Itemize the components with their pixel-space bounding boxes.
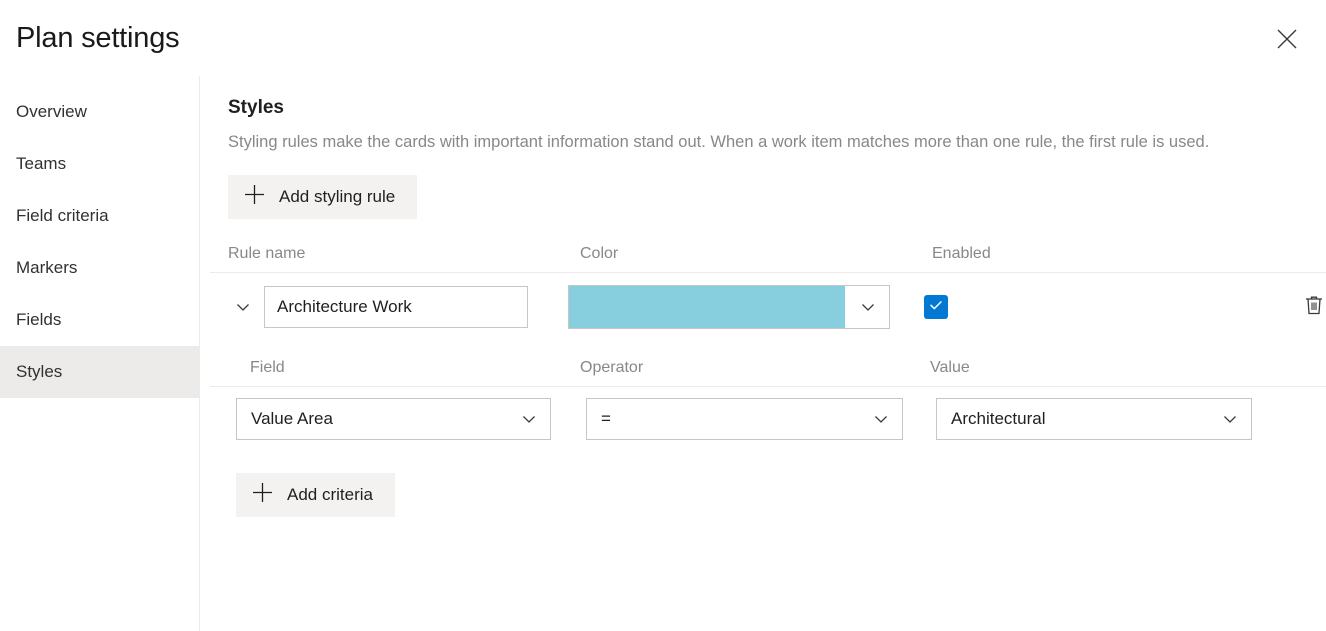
close-button[interactable] (1266, 18, 1308, 60)
sidebar-item-label: Fields (16, 310, 61, 330)
section-description: Styling rules make the cards with import… (228, 129, 1306, 156)
sidebar-item-fields[interactable]: Fields (0, 294, 199, 346)
trash-icon (1302, 293, 1326, 322)
chevron-down-icon (1219, 410, 1241, 428)
chevron-down-icon (518, 410, 540, 428)
settings-sidebar: Overview Teams Field criteria Markers Fi… (0, 76, 200, 631)
sidebar-item-label: Field criteria (16, 206, 109, 226)
sidebar-item-styles[interactable]: Styles (0, 346, 199, 398)
styling-rule-row (200, 273, 1326, 341)
panel-header: Plan settings (0, 0, 1326, 76)
criteria-row: Value Area = Architectural (200, 387, 1326, 451)
add-criteria-label: Add criteria (287, 485, 373, 505)
styles-panel: Styles Styling rules make the cards with… (200, 76, 1326, 631)
add-styling-rule-button[interactable]: Add styling rule (228, 175, 417, 219)
sidebar-item-field-criteria[interactable]: Field criteria (0, 190, 199, 242)
add-styling-rule-label: Add styling rule (279, 187, 395, 207)
page-title: Plan settings (16, 24, 179, 53)
sidebar-item-teams[interactable]: Teams (0, 138, 199, 190)
section-title: Styles (228, 96, 1326, 121)
delete-rule-button[interactable] (1296, 289, 1326, 325)
column-header-value: Value (930, 359, 1130, 377)
column-header-operator: Operator (580, 359, 930, 377)
sidebar-item-markers[interactable]: Markers (0, 242, 199, 294)
chevron-down-icon[interactable] (845, 286, 889, 328)
criteria-operator-value: = (601, 409, 870, 429)
rule-name-input[interactable] (264, 286, 528, 328)
column-header-enabled: Enabled (932, 245, 1132, 263)
color-swatch (569, 286, 845, 328)
chevron-down-icon (870, 410, 892, 428)
rule-column-headers: Rule name Color Enabled (210, 245, 1326, 273)
plus-icon (244, 184, 265, 210)
sidebar-item-overview[interactable]: Overview (0, 86, 199, 138)
column-header-field: Field (228, 359, 580, 377)
criteria-column-headers: Field Operator Value (210, 359, 1326, 387)
add-criteria-button[interactable]: Add criteria (236, 473, 395, 517)
criteria-value-value: Architectural (951, 409, 1219, 429)
sidebar-item-label: Overview (16, 102, 87, 122)
column-header-rule-name: Rule name (228, 245, 580, 263)
criteria-operator-dropdown[interactable]: = (586, 398, 903, 440)
sidebar-item-label: Teams (16, 154, 66, 174)
plus-icon (252, 482, 273, 508)
criteria-value-dropdown[interactable]: Architectural (936, 398, 1252, 440)
sidebar-item-label: Styles (16, 362, 62, 382)
criteria-field-dropdown[interactable]: Value Area (236, 398, 551, 440)
chevron-down-icon[interactable] (228, 292, 258, 322)
check-icon (928, 297, 944, 318)
column-header-color: Color (580, 245, 932, 263)
close-icon (1276, 28, 1298, 50)
rule-color-picker[interactable] (568, 285, 890, 329)
panel-body: Overview Teams Field criteria Markers Fi… (0, 76, 1326, 631)
criteria-field-value: Value Area (251, 409, 518, 429)
rule-enabled-checkbox[interactable] (924, 295, 948, 319)
sidebar-item-label: Markers (16, 258, 77, 278)
